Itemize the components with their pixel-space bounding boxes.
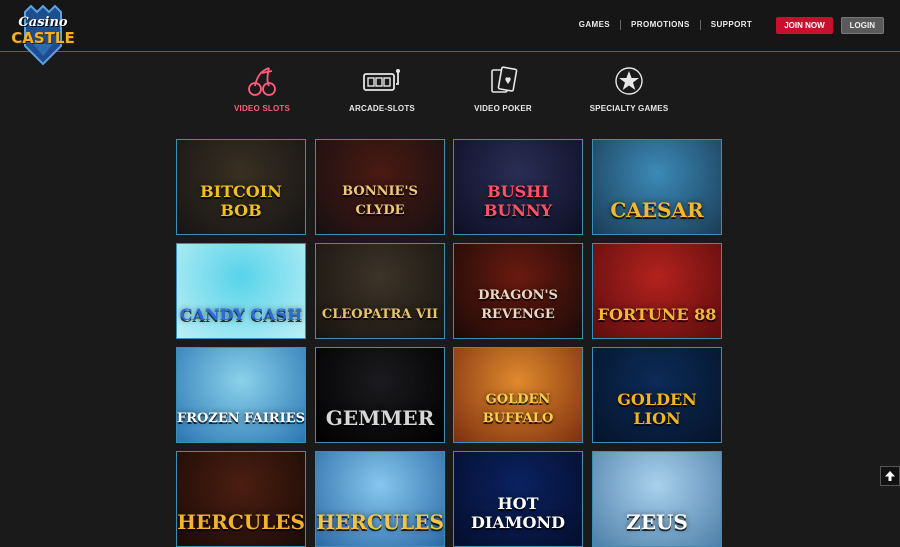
star-icon [615,67,643,95]
game-title: CANDY CASH [179,305,303,324]
game-title: GOLDEN LION [617,390,697,428]
category-video-poker[interactable]: VIDEO POKER [443,62,563,113]
nav-link-games[interactable]: GAMES [569,16,620,34]
join-now-button[interactable]: JOIN NOW [776,16,833,34]
game-title: CAESAR [610,198,704,222]
game-title: HERCULES [316,510,444,534]
game-title: ZEUS [626,510,688,534]
game-title: HOT DIAMOND [471,494,565,532]
nav-link-promotions[interactable]: PROMOTIONS [621,16,700,34]
game-title: FORTUNE 88 [597,305,717,324]
game-title: BUSHI BUNNY [483,182,553,220]
back-to-top-button[interactable] [880,466,900,486]
game-tile-fortune-88[interactable]: FORTUNE 88 [592,243,722,339]
arrow-up-icon [885,471,895,481]
game-tile-hercules-red[interactable]: HERCULES [176,451,306,547]
main-nav: GAMES PROMOTIONS SUPPORT JOIN NOW LOGIN [569,16,884,34]
game-title: CLEOPATRA VII [321,307,439,322]
nav-link-support[interactable]: SUPPORT [701,16,762,34]
game-tile-bonnies-clyde[interactable]: BONNIE'S CLYDE [315,139,445,235]
category-label: VIDEO SLOTS [234,104,290,113]
game-tile-cleopatra[interactable]: CLEOPATRA VII [315,243,445,339]
game-title: GOLDEN BUFFALO [482,392,554,426]
game-tile-hot-diamond[interactable]: HOT DIAMOND [453,451,583,547]
game-tile-hercules-blue[interactable]: HERCULES [315,451,445,547]
game-title: BITCOIN BOB [200,182,282,220]
game-tile-frozen-fairies[interactable]: FROZEN FAIRIES [176,347,306,443]
playing-cards-icon [491,66,518,93]
slot-machine-icon [363,69,400,91]
game-tile-dragons-revenge[interactable]: DRAGON'S REVENGE [453,243,583,339]
site-header: Casino CASTLE GAMES PROMOTIONS SUPPORT J… [0,0,900,66]
casino-castle-logo[interactable]: Casino CASTLE [11,2,75,66]
game-tile-caesar[interactable]: CAESAR [592,139,722,235]
category-specialty-games[interactable]: SPECIALTY GAMES [569,62,689,113]
game-title: FROZEN FAIRIES [177,411,305,426]
game-tile-bitcoin-bob[interactable]: BITCOIN BOB [176,139,306,235]
game-title: BONNIE'S CLYDE [342,184,418,218]
game-tile-gemmer[interactable]: GEMMER [315,347,445,443]
cherries-icon [248,67,276,96]
category-arcade-slots[interactable]: ARCADE-SLOTS [322,62,442,113]
game-tile-candy-cash[interactable]: CANDY CASH [176,243,306,339]
game-title: GEMMER [325,406,435,430]
category-label: ARCADE-SLOTS [349,104,415,113]
logo-text-castle: CASTLE [11,29,75,47]
game-title: DRAGON'S REVENGE [478,288,558,322]
category-label: VIDEO POKER [474,104,532,113]
category-video-slots[interactable]: VIDEO SLOTS [202,62,322,113]
game-title: HERCULES [177,510,305,534]
game-tile-golden-lion[interactable]: GOLDEN LION [592,347,722,443]
login-button[interactable]: LOGIN [840,16,884,34]
game-tile-bushi-bunny[interactable]: BUSHI BUNNY [453,139,583,235]
game-tile-zeus[interactable]: ZEUS [592,451,722,547]
category-label: SPECIALTY GAMES [589,104,669,113]
logo-text-casino: Casino [18,15,68,30]
game-tile-golden-buffalo[interactable]: GOLDEN BUFFALO [453,347,583,443]
game-category-bar: VIDEO SLOTS ARCADE-SLOTS VIDEO POKER SPE… [0,62,900,122]
